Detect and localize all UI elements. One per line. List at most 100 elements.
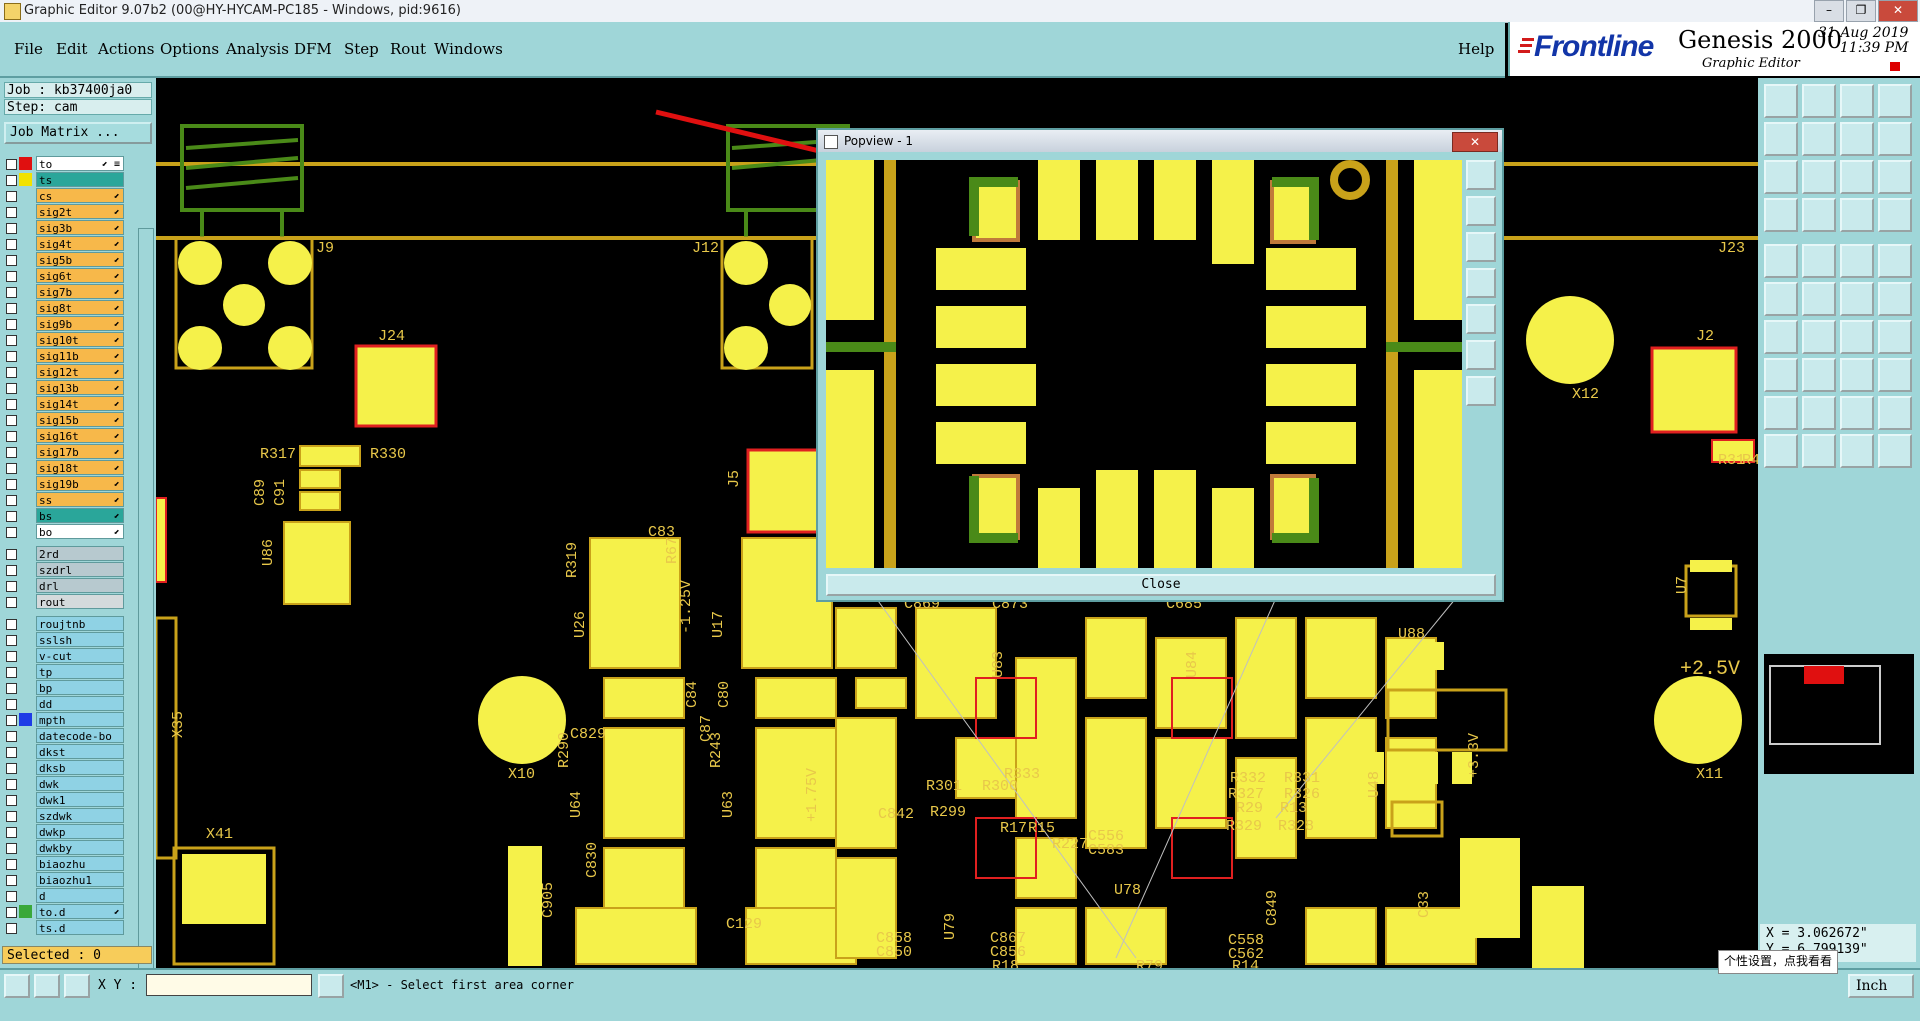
layer-row-to.d[interactable]: to.d ⬋	[4, 904, 124, 920]
layer-row-ts.d[interactable]: ts.d	[4, 920, 124, 936]
select-icon[interactable]	[1802, 434, 1836, 468]
layer-checkbox[interactable]	[6, 271, 17, 282]
layer-name[interactable]: dkst	[36, 744, 124, 759]
layer-checkbox[interactable]	[6, 303, 17, 314]
layer-row-biaozhu1[interactable]: biaozhu1	[4, 872, 124, 888]
layer-row-sig15b[interactable]: sig15b ⬋	[4, 412, 124, 428]
layer-row-sig5b[interactable]: sig5b ⬋	[4, 252, 124, 268]
layer-row-szdwk[interactable]: szdwk	[4, 808, 124, 824]
menu-analysis[interactable]: Analysis	[226, 40, 289, 58]
layer-name[interactable]: sig9b ⬋	[36, 316, 124, 331]
layer-row-sig11b[interactable]: sig11b ⬋	[4, 348, 124, 364]
layer-checkbox[interactable]	[6, 619, 17, 630]
layer-name[interactable]: sig15b ⬋	[36, 412, 124, 427]
layer-row-sig2t[interactable]: sig2t ⬋	[4, 204, 124, 220]
menu-options[interactable]: Options	[160, 40, 219, 58]
layer-name[interactable]: szdrl	[36, 562, 124, 577]
maximize-button[interactable]: ❐	[1846, 0, 1876, 22]
layer-name[interactable]: sig12t ⬋	[36, 364, 124, 379]
center-icon[interactable]	[1802, 160, 1836, 194]
layer-name[interactable]: sslsh	[36, 632, 124, 647]
layer-name[interactable]: dd	[36, 696, 124, 711]
layer-row-sslsh[interactable]: sslsh	[4, 632, 124, 648]
layer-row-sig3b[interactable]: sig3b ⬋	[4, 220, 124, 236]
layer-name[interactable]: v-cut	[36, 648, 124, 663]
mini-map[interactable]	[1764, 654, 1914, 774]
layer-row-datecode-bo[interactable]: datecode-bo	[4, 728, 124, 744]
flip-icon[interactable]	[1878, 320, 1912, 354]
layer-name[interactable]: sig4t ⬋	[36, 236, 124, 251]
open-job-icon[interactable]	[1764, 84, 1798, 118]
layer-checkbox[interactable]	[6, 479, 17, 490]
arc-icon[interactable]	[1840, 282, 1874, 316]
menu-rout[interactable]: Rout	[390, 40, 426, 58]
menu-edit[interactable]: Edit	[56, 40, 87, 58]
delete-icon[interactable]	[1802, 358, 1836, 392]
layer-name[interactable]: to.d ⬋	[36, 904, 124, 919]
layer-name[interactable]: bs ⬋	[36, 508, 124, 523]
layer-row-ss[interactable]: ss ⬋	[4, 492, 124, 508]
layer-name[interactable]: biaozhu1	[36, 872, 124, 887]
layer-checkbox[interactable]	[6, 335, 17, 346]
menu-dfm[interactable]: DFM	[294, 40, 332, 58]
layer-row-bp[interactable]: bp	[4, 680, 124, 696]
popview-fit-all-button[interactable]	[1466, 340, 1496, 370]
layer-checkbox[interactable]	[6, 597, 17, 608]
layer-checkbox[interactable]	[6, 159, 17, 170]
layer-checkbox[interactable]	[6, 715, 17, 726]
layer-checkbox[interactable]	[6, 255, 17, 266]
layer-checkbox[interactable]	[6, 415, 17, 426]
layer-name[interactable]: mpth	[36, 712, 124, 727]
ruler-icon[interactable]	[1840, 244, 1874, 278]
layer-row-sig13b[interactable]: sig13b ⬋	[4, 380, 124, 396]
scale-icon[interactable]	[1840, 160, 1874, 194]
layer-checkbox[interactable]	[6, 907, 17, 918]
layer-row-sig18t[interactable]: sig18t ⬋	[4, 460, 124, 476]
layer-checkbox[interactable]	[6, 923, 17, 934]
layer-row-to[interactable]: to ⬋ ≡	[4, 156, 124, 172]
bridge-icon[interactable]	[1878, 396, 1912, 430]
layer-checkbox[interactable]	[6, 549, 17, 560]
popview-close-x[interactable]: ✕	[1452, 132, 1498, 152]
layer-row-bs[interactable]: bs ⬋	[4, 508, 124, 524]
layer-checkbox[interactable]	[6, 581, 17, 592]
layer-name[interactable]: dwk	[36, 776, 124, 791]
minimize-button[interactable]: –	[1814, 0, 1844, 22]
layer-row-sig4t[interactable]: sig4t ⬋	[4, 236, 124, 252]
layer-row-rout[interactable]: rout	[4, 594, 124, 610]
layer-row-sig7b[interactable]: sig7b ⬋	[4, 284, 124, 300]
layer-checkbox[interactable]	[6, 431, 17, 442]
layer-name[interactable]: dwkp	[36, 824, 124, 839]
layer-row-dkst[interactable]: dkst	[4, 744, 124, 760]
line-icon[interactable]	[1764, 320, 1798, 354]
help-menu[interactable]: Help	[1458, 40, 1494, 58]
layer-checkbox[interactable]	[6, 565, 17, 576]
layer-name[interactable]: sig17b ⬋	[36, 444, 124, 459]
measure-mode-icon[interactable]	[34, 974, 60, 998]
layer-row-2rd[interactable]: 2rd	[4, 546, 124, 562]
layer-checkbox[interactable]	[6, 763, 17, 774]
layer-row-tp[interactable]: tp	[4, 664, 124, 680]
menu-file[interactable]: File	[14, 40, 43, 58]
layer-checkbox[interactable]	[6, 667, 17, 678]
layer-name[interactable]: sig5b ⬋	[36, 252, 124, 267]
layer-name[interactable]: dksb	[36, 760, 124, 775]
layer-row-d[interactable]: d	[4, 888, 124, 904]
layer-row-sig14t[interactable]: sig14t ⬋	[4, 396, 124, 412]
menu-step[interactable]: Step	[344, 40, 379, 58]
layer-checkbox[interactable]	[6, 731, 17, 742]
help-icon[interactable]	[1878, 160, 1912, 194]
layer-row-dwkby[interactable]: dwkby	[4, 840, 124, 856]
layer-row-sig17b[interactable]: sig17b ⬋	[4, 444, 124, 460]
layer-name[interactable]: drl	[36, 578, 124, 593]
tooltip[interactable]: 个性设置，点我看看	[1718, 950, 1838, 974]
layer-name[interactable]: ss ⬋	[36, 492, 124, 507]
layer-checkbox[interactable]	[6, 495, 17, 506]
job-matrix-button[interactable]: Job Matrix ...	[4, 122, 152, 144]
layer-name[interactable]: biaozhu	[36, 856, 124, 871]
layer-row-roujtnb[interactable]: roujtnb	[4, 616, 124, 632]
layer-checkbox[interactable]	[6, 239, 17, 250]
layer-checkbox[interactable]	[6, 351, 17, 362]
layer-checkbox[interactable]	[6, 811, 17, 822]
layer-row-bo[interactable]: bo ⬋	[4, 524, 124, 540]
